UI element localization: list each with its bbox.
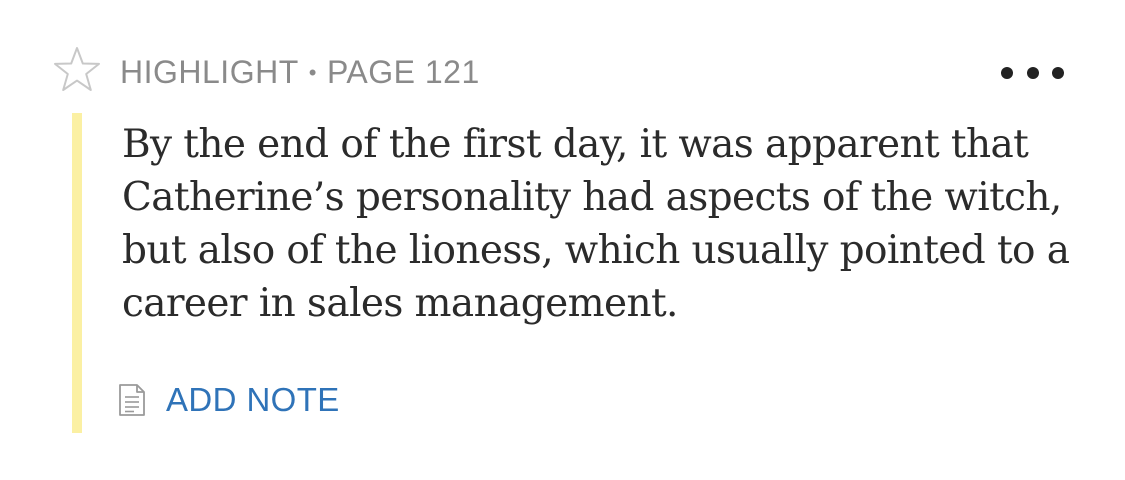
- more-dot-icon: [1001, 67, 1013, 79]
- highlight-header: HIGHLIGHT • PAGE 121: [120, 50, 480, 94]
- star-icon[interactable]: [52, 45, 102, 95]
- note-icon: [118, 383, 146, 417]
- more-dot-icon: [1052, 67, 1064, 79]
- add-note-label: ADD NOTE: [166, 381, 340, 418]
- page-label: PAGE 121: [326, 53, 480, 90]
- highlight-color-bar: [72, 113, 82, 433]
- more-dot-icon: [1026, 67, 1039, 79]
- highlight-type-label: HIGHLIGHT: [120, 53, 299, 90]
- add-note-button[interactable]: ADD NOTE: [118, 378, 340, 422]
- more-options-button[interactable]: [995, 56, 1070, 90]
- highlight-text[interactable]: By the end of the first day, it was appa…: [122, 118, 1082, 330]
- highlight-card: HIGHLIGHT • PAGE 121 By the end of the f…: [0, 0, 1125, 480]
- header-separator: •: [308, 60, 317, 85]
